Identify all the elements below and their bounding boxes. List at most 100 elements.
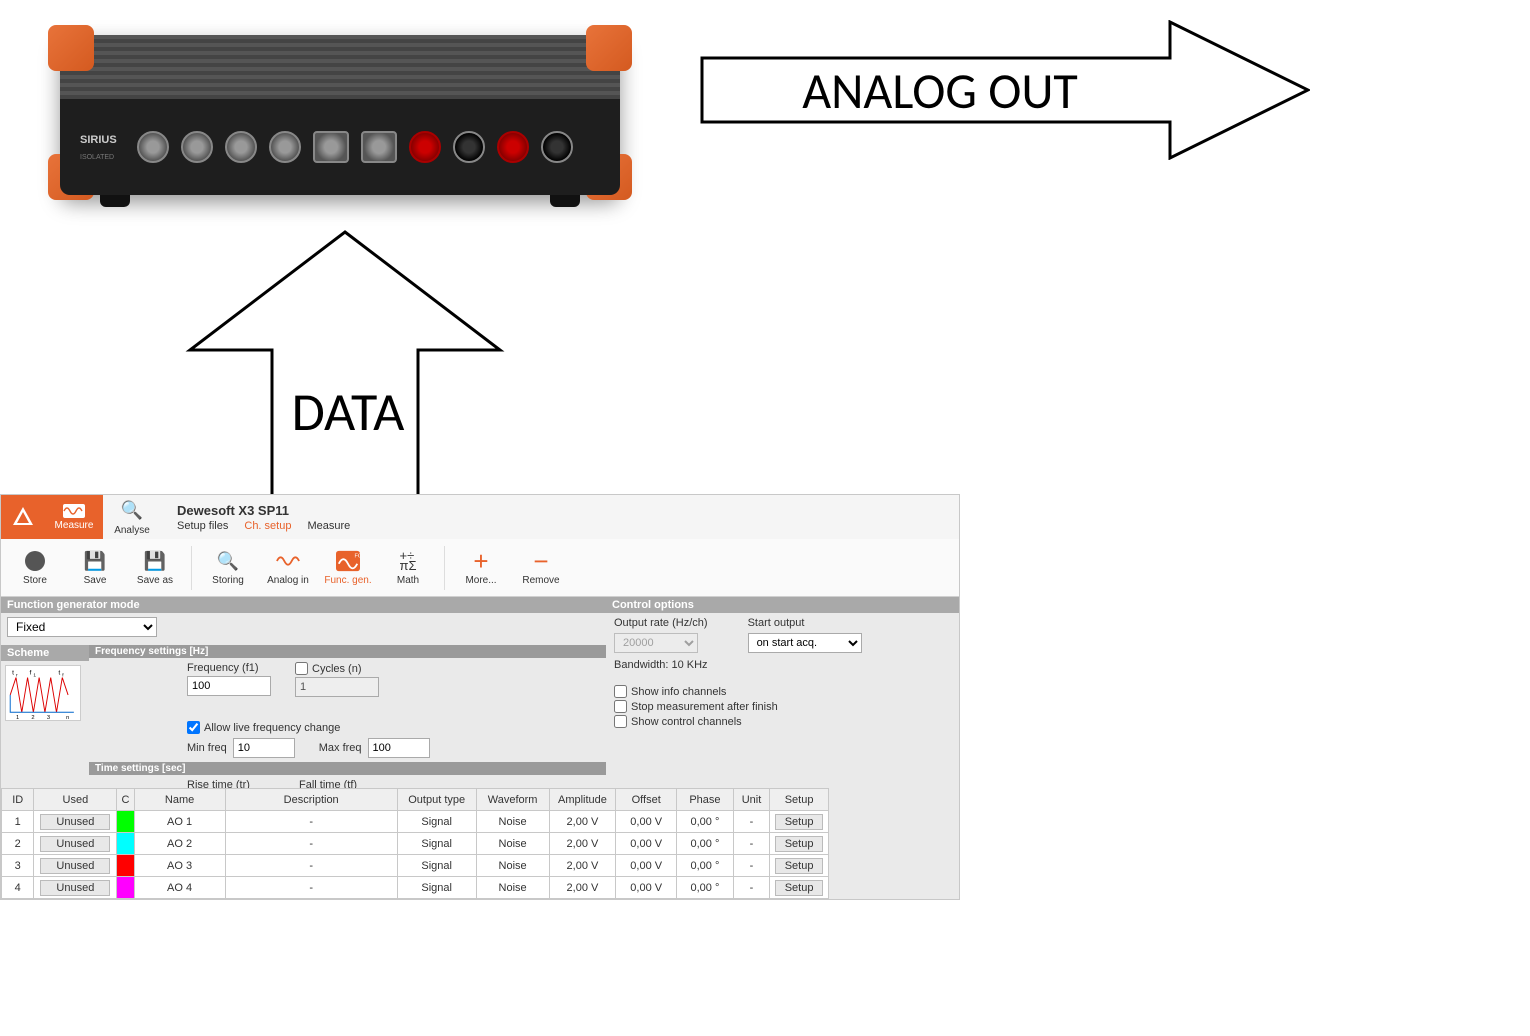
cycles-label: Cycles (n) <box>312 663 362 675</box>
cell-phase[interactable]: 0,00 ° <box>677 877 734 899</box>
cell-desc[interactable]: - <box>225 877 397 899</box>
cell-offset[interactable]: 0,00 V <box>616 833 677 855</box>
color-cell[interactable] <box>117 833 134 855</box>
th-phase[interactable]: Phase <box>677 789 734 811</box>
color-cell[interactable] <box>117 877 134 899</box>
th-amplitude[interactable]: Amplitude <box>549 789 616 811</box>
cell-waveform[interactable]: Noise <box>476 833 549 855</box>
min-freq-input[interactable] <box>233 738 295 758</box>
subtab-ch-setup[interactable]: Ch. setup <box>244 520 291 532</box>
th-id[interactable]: ID <box>2 789 34 811</box>
cycles-input[interactable] <box>295 677 379 697</box>
cell-name[interactable]: AO 2 <box>134 833 225 855</box>
min-freq-label: Min freq <box>187 742 227 754</box>
th-setup[interactable]: Setup <box>770 789 829 811</box>
bandwidth-text: Bandwidth: 10 KHz <box>614 659 708 671</box>
show-info-checkbox[interactable] <box>614 685 627 698</box>
storing-button[interactable]: 🔍Storing <box>200 541 256 595</box>
th-output[interactable]: Output type <box>397 789 476 811</box>
max-freq-input[interactable] <box>368 738 430 758</box>
remove-button[interactable]: −Remove <box>513 541 569 595</box>
th-unit[interactable]: Unit <box>733 789 769 811</box>
table-row: 2UnusedAO 2-SignalNoise2,00 V0,00 V0,00 … <box>2 833 829 855</box>
setup-button[interactable]: Setup <box>775 880 823 896</box>
fg-mode-select[interactable]: Fixed <box>7 617 157 637</box>
table-row: 3UnusedAO 3-SignalNoise2,00 V0,00 V0,00 … <box>2 855 829 877</box>
svg-text:2: 2 <box>31 715 34 721</box>
tab-measure-label: Measure <box>55 520 94 531</box>
svg-text:n: n <box>66 715 69 721</box>
subtab-measure[interactable]: Measure <box>307 520 350 532</box>
start-output-select[interactable]: on start acq. <box>748 633 862 653</box>
th-c[interactable]: C <box>117 789 134 811</box>
th-offset[interactable]: Offset <box>616 789 677 811</box>
color-cell[interactable] <box>117 855 134 877</box>
cell-name[interactable]: AO 4 <box>134 877 225 899</box>
scheme-preview: tr f1 tf 123n <box>5 665 81 721</box>
tab-measure[interactable]: Measure <box>45 495 103 539</box>
cell-name[interactable]: AO 1 <box>134 811 225 833</box>
dewesoft-window: Measure 🔍 Analyse Dewesoft X3 SP11 Setup… <box>0 494 960 900</box>
save-button[interactable]: 💾Save <box>67 541 123 595</box>
th-name[interactable]: Name <box>134 789 225 811</box>
minus-icon: − <box>529 549 553 573</box>
freq-f1-input[interactable] <box>187 676 271 696</box>
svg-text:t: t <box>58 670 60 677</box>
app-title: Dewesoft X3 SP11 <box>177 503 350 518</box>
allow-live-checkbox[interactable] <box>187 721 200 734</box>
setup-button[interactable]: Setup <box>775 836 823 852</box>
cell-offset[interactable]: 0,00 V <box>616 855 677 877</box>
cell-waveform[interactable]: Noise <box>476 811 549 833</box>
device-photo: SIRIUS ISOLATED <box>20 5 650 225</box>
th-used[interactable]: Used <box>34 789 117 811</box>
section-time: Time settings [sec] <box>89 762 606 775</box>
used-button[interactable]: Unused <box>40 858 110 874</box>
cell-amplitude[interactable]: 2,00 V <box>549 811 616 833</box>
tab-analyse[interactable]: 🔍 Analyse <box>103 495 161 539</box>
used-button[interactable]: Unused <box>40 836 110 852</box>
used-button[interactable]: Unused <box>40 814 110 830</box>
cell-name[interactable]: AO 3 <box>134 855 225 877</box>
cell-output[interactable]: Signal <box>397 811 476 833</box>
func-gen-button[interactable]: FGFunc. gen. <box>320 541 376 595</box>
cell-output[interactable]: Signal <box>397 833 476 855</box>
svg-text:t: t <box>12 670 14 677</box>
stop-after-checkbox[interactable] <box>614 700 627 713</box>
data-label: DATA <box>292 379 406 445</box>
used-button[interactable]: Unused <box>40 880 110 896</box>
th-desc[interactable]: Description <box>225 789 397 811</box>
cell-output[interactable]: Signal <box>397 855 476 877</box>
analog-in-button[interactable]: Analog in <box>260 541 316 595</box>
save-as-button[interactable]: 💾Save as <box>127 541 183 595</box>
color-cell[interactable] <box>117 811 134 833</box>
show-control-checkbox[interactable] <box>614 715 627 728</box>
cell-phase[interactable]: 0,00 ° <box>677 833 734 855</box>
cell-offset[interactable]: 0,00 V <box>616 811 677 833</box>
setup-button[interactable]: Setup <box>775 858 823 874</box>
store-button[interactable]: Store <box>7 541 63 595</box>
cell-offset[interactable]: 0,00 V <box>616 877 677 899</box>
more-button[interactable]: +More... <box>453 541 509 595</box>
cell-desc[interactable]: - <box>225 811 397 833</box>
th-waveform[interactable]: Waveform <box>476 789 549 811</box>
cell-amplitude[interactable]: 2,00 V <box>549 833 616 855</box>
cell-output[interactable]: Signal <box>397 877 476 899</box>
cell-amplitude[interactable]: 2,00 V <box>549 877 616 899</box>
cycles-checkbox[interactable] <box>295 662 308 675</box>
output-rate-select[interactable]: 20000 <box>614 633 698 653</box>
cell-waveform[interactable]: Noise <box>476 877 549 899</box>
cell-waveform[interactable]: Noise <box>476 855 549 877</box>
cell-phase[interactable]: 0,00 ° <box>677 811 734 833</box>
cell-amplitude[interactable]: 2,00 V <box>549 855 616 877</box>
storing-icon: 🔍 <box>216 549 240 573</box>
section-scheme: Scheme <box>1 645 89 661</box>
analog-in-icon <box>276 549 300 573</box>
cell-desc[interactable]: - <box>225 855 397 877</box>
cell-phase[interactable]: 0,00 ° <box>677 855 734 877</box>
math-button[interactable]: +÷πΣMath <box>380 541 436 595</box>
func-gen-icon: FG <box>336 549 360 573</box>
cell-unit: - <box>733 811 769 833</box>
setup-button[interactable]: Setup <box>775 814 823 830</box>
subtab-setup-files[interactable]: Setup files <box>177 520 228 532</box>
cell-desc[interactable]: - <box>225 833 397 855</box>
